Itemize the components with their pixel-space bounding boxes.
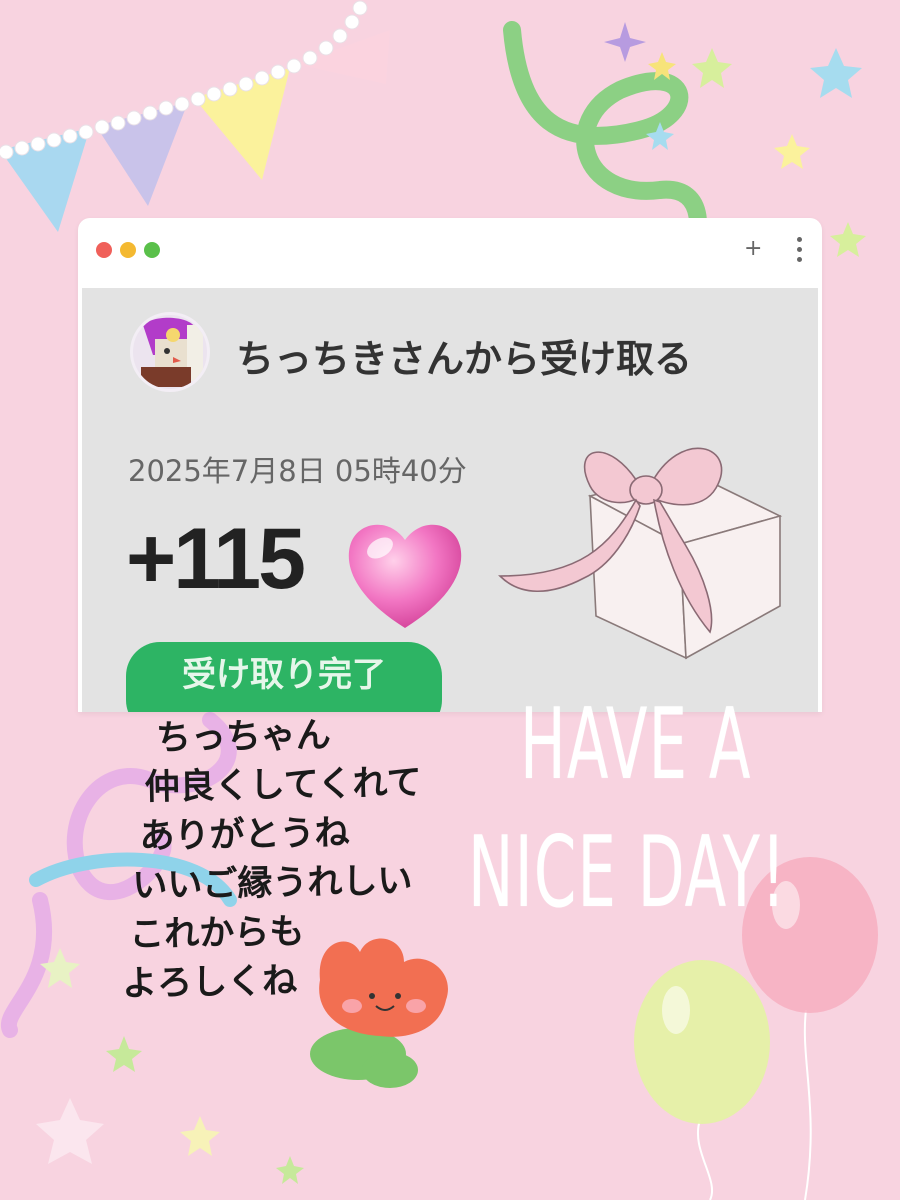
page-title: ちっちきさんから受け取る (236, 337, 693, 381)
window-titlebar: + (78, 218, 822, 286)
more-vertical-icon[interactable] (793, 234, 805, 268)
transaction-datetime: 2025年7月8日 05時40分 (128, 454, 467, 488)
message-line: これからも (128, 912, 305, 956)
minimize-window-button[interactable] (120, 242, 136, 258)
plus-icon[interactable]: + (744, 236, 762, 261)
avatar-image (141, 317, 203, 387)
message-line: ちっちゃん (155, 715, 332, 759)
gift-box-icon (498, 447, 783, 660)
star-icon (604, 22, 646, 62)
handwritten-message: ちっちゃん 仲良くしてくれて ありがとうね いいご縁うれしい これからも よろし… (115, 709, 500, 1010)
heart-icon (348, 524, 462, 628)
message-line: 仲良くしてくれて (144, 763, 422, 808)
amount-value: +115 (126, 511, 306, 607)
greeting-line-1: HAVE A (520, 688, 752, 802)
browser-window: + ちっちきさんから受け取る 2025年7月8日 05時40分 +115 円 (78, 218, 822, 712)
receive-complete-button[interactable]: 受け取り完了 (126, 642, 442, 712)
avatar (130, 312, 210, 392)
bunting-decoration (0, 0, 390, 232)
receive-screen: ちっちきさんから受け取る 2025年7月8日 05時40分 +115 円 (82, 288, 818, 712)
greeting-line-2: NICE DAY! (468, 816, 787, 930)
green-balloon (634, 960, 770, 1124)
close-window-button[interactable] (96, 242, 112, 258)
message-line: ありがとうね (139, 813, 350, 857)
maximize-window-button[interactable] (144, 242, 160, 258)
message-line: いいご縁うれしい (132, 861, 413, 907)
message-line: よろしくね (121, 961, 298, 1005)
